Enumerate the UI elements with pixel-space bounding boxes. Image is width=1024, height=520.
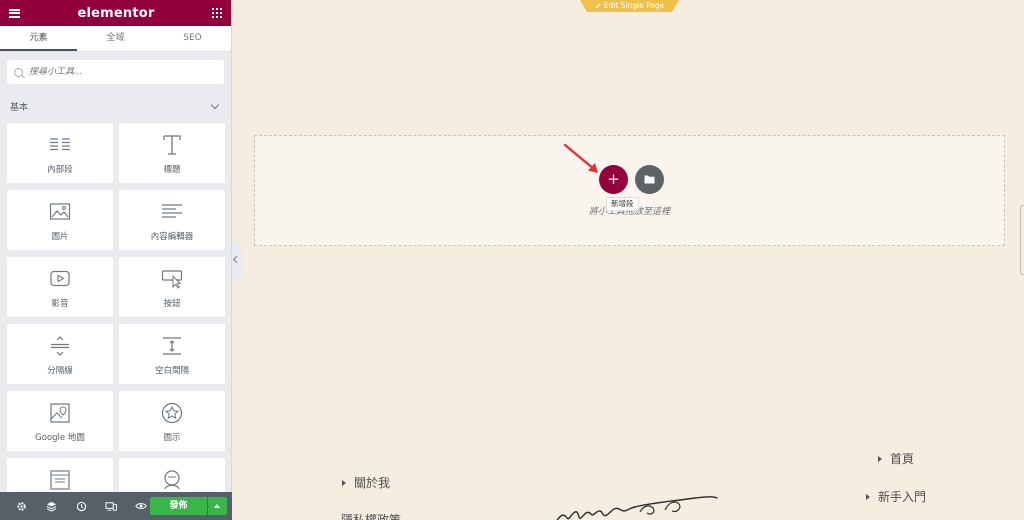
widgets-grid-icon[interactable] [211, 8, 222, 18]
widget-grid: 內部段 標題 圖片 內容編輯器 影音 按鈕 分隔線 空白間隔 Google 地圖… [7, 123, 225, 493]
panel-header: elementor [0, 0, 231, 26]
signature-logo [556, 496, 718, 520]
widget-label: Google 地圖 [35, 433, 85, 443]
pencil-icon [595, 3, 601, 9]
search-icon [14, 67, 23, 77]
widget-icon [50, 470, 70, 490]
chevron-down-icon [210, 100, 220, 109]
layers-icon [46, 501, 56, 512]
menu-item-about[interactable]: 關於我 [342, 474, 390, 491]
widget-inner-section[interactable]: 內部段 [7, 123, 113, 183]
tab-global[interactable]: 全域 [77, 26, 154, 51]
publish-button[interactable]: 發佈 [150, 497, 207, 515]
widget-partial[interactable] [7, 458, 113, 493]
widget-label: 內部段 [47, 165, 73, 175]
caret-right-icon [878, 456, 882, 462]
gear-icon [16, 501, 26, 511]
widget-label: 標題 [163, 165, 181, 175]
widget-video[interactable]: 影音 [7, 257, 113, 317]
widget-label: 按鈕 [163, 299, 181, 309]
map-icon [50, 403, 70, 423]
inner-section-icon [50, 138, 70, 151]
tab-elements[interactable]: 元素 [0, 26, 77, 51]
widget-icon [164, 470, 180, 490]
add-section-tooltip: 新增段 [606, 197, 639, 211]
add-template-button[interactable] [635, 165, 664, 194]
elementor-logo: elementor [77, 5, 155, 21]
widget-divider[interactable]: 分隔線 [7, 324, 113, 384]
eye-icon [135, 503, 147, 509]
divider-icon [51, 336, 69, 356]
widget-spacer[interactable]: 空白間隔 [119, 324, 225, 384]
caret-right-icon [866, 494, 870, 500]
widget-text-editor[interactable]: 內容編輯器 [119, 190, 225, 250]
settings-button[interactable] [6, 492, 36, 520]
edit-page-tab[interactable]: Edit Single Page [580, 0, 679, 12]
heading-icon [163, 135, 181, 155]
menu-item-label: 新手入門 [878, 490, 927, 504]
red-arrow-annotation [563, 143, 598, 173]
widget-image[interactable]: 圖片 [7, 190, 113, 250]
responsive-icon [105, 501, 117, 511]
star-icon [161, 402, 183, 424]
image-icon [49, 203, 71, 220]
widget-google-map[interactable]: Google 地圖 [7, 391, 113, 451]
widget-label: 圖片 [51, 232, 69, 242]
panel-tabs: 元素 全域 SEO [0, 26, 231, 52]
menu-icon[interactable] [9, 8, 20, 18]
responsive-button[interactable] [96, 492, 126, 520]
menu-item-partial[interactable]: 隱私權政策 [341, 514, 401, 520]
caret-right-icon [342, 480, 346, 486]
menu-item-getting-started[interactable]: 新手入門 [866, 488, 926, 505]
widget-label: 分隔線 [47, 366, 73, 376]
widget-search [7, 60, 224, 84]
widget-heading[interactable]: 標題 [119, 123, 225, 183]
widget-icon[interactable]: 圖示 [119, 391, 225, 451]
menu-item-label: 首頁 [890, 452, 915, 466]
video-icon [50, 270, 70, 287]
edit-page-label: Edit Single Page [603, 1, 665, 10]
category-header-basic[interactable]: 基本 [0, 96, 231, 116]
folder-icon [644, 175, 655, 184]
button-icon [161, 270, 183, 289]
navigator-button[interactable] [36, 492, 66, 520]
text-editor-icon [162, 204, 182, 218]
category-title: 基本 [10, 102, 29, 113]
collapse-panel-button[interactable] [232, 242, 243, 278]
widget-label: 圖示 [163, 433, 181, 443]
menu-item-label: 關於我 [354, 476, 391, 490]
menu-item-home[interactable]: 首頁 [878, 450, 914, 467]
history-button[interactable] [66, 492, 96, 520]
widget-label: 影音 [51, 299, 69, 309]
widget-search-input[interactable] [29, 67, 209, 77]
scroll-handle[interactable] [1020, 205, 1024, 275]
spacer-icon [163, 337, 181, 355]
publish-options-button[interactable] [208, 497, 227, 515]
empty-section-dropzone[interactable] [254, 135, 1005, 246]
widget-button[interactable]: 按鈕 [119, 257, 225, 317]
panel-footer: 發佈 [0, 492, 232, 520]
widget-partial[interactable] [119, 458, 225, 493]
history-icon [76, 501, 86, 511]
tab-seo[interactable]: SEO [154, 26, 231, 51]
widget-label: 內容編輯器 [150, 232, 194, 242]
widget-label: 空白間隔 [154, 366, 189, 376]
